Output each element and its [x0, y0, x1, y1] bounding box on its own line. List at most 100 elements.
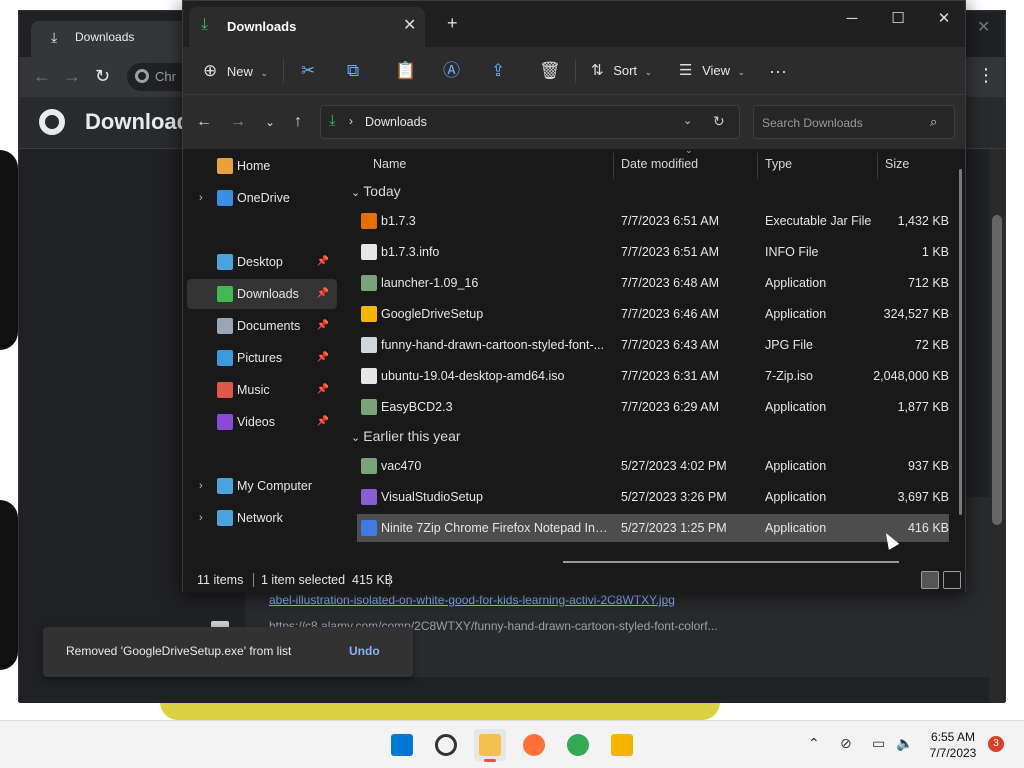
- group-header[interactable]: ⌄ Today: [351, 183, 401, 199]
- sidebar-item-videos[interactable]: Videos 📌: [187, 407, 337, 437]
- column-header-name[interactable]: Name: [373, 157, 406, 171]
- breadcrumb[interactable]: Downloads: [365, 115, 427, 129]
- chrome-scrollbar[interactable]: [989, 149, 1005, 703]
- explorer-tab[interactable]: ⤓ Downloads ✕: [189, 7, 425, 47]
- new-button[interactable]: ⊕ New ⌄: [203, 59, 268, 83]
- search-icon[interactable]: [430, 729, 462, 761]
- cut-icon[interactable]: ✂: [301, 59, 315, 83]
- minimize-icon[interactable]: ─: [829, 5, 875, 33]
- file-row[interactable]: b1.7.3 7/7/2023 6:51 AM Executable Jar Fil…: [357, 207, 949, 235]
- sidebar-item-network[interactable]: › Network: [187, 503, 337, 533]
- pin-icon: 📌: [316, 384, 329, 395]
- file-row[interactable]: GoogleDriveSetup 7/7/2023 6:46 AM Applicat…: [357, 300, 949, 328]
- group-header[interactable]: ⌄ Earlier this year: [351, 428, 461, 444]
- pin-icon: 📌: [316, 256, 329, 267]
- snackbar-message: Removed 'GoogleDriveSetup.exe' from list: [66, 644, 292, 658]
- delete-icon[interactable]: 🗑: [539, 59, 561, 83]
- vertical-scrollbar[interactable]: [959, 169, 962, 515]
- download-filename-link[interactable]: abel-illustration-isolated-on-white-good…: [269, 593, 969, 607]
- share-icon[interactable]: ⇪: [491, 59, 505, 83]
- file-name: ubuntu-19.04-desktop-amd64.iso: [381, 369, 565, 383]
- show-hidden-icons-icon[interactable]: ⌃: [808, 735, 820, 752]
- close-icon[interactable]: ✕: [977, 17, 990, 37]
- sidebar-item-desktop[interactable]: Desktop 📌: [187, 247, 337, 277]
- file-explorer-icon[interactable]: [474, 729, 506, 762]
- expand-chevron-icon[interactable]: ›: [199, 503, 203, 533]
- expand-chevron-icon[interactable]: ›: [199, 183, 203, 213]
- more-options-icon[interactable]: ···: [769, 59, 787, 83]
- horizontal-scrollbar[interactable]: [563, 561, 899, 563]
- address-bar[interactable]: ⤓ › Downloads ⌄ ↻: [320, 105, 740, 139]
- sidebar-item-my-computer[interactable]: › My Computer: [187, 471, 337, 501]
- scrollbar-thumb[interactable]: [992, 215, 1002, 525]
- rename-icon[interactable]: Ⓐ: [443, 59, 460, 83]
- file-row[interactable]: vac470 5/27/2023 4:02 PM Application 937 KB: [357, 452, 949, 480]
- new-tab-icon[interactable]: +: [447, 13, 458, 34]
- sidebar-item-pictures[interactable]: Pictures 📌: [187, 343, 337, 373]
- google-drive-icon[interactable]: [606, 729, 638, 761]
- chrome-icon[interactable]: [562, 729, 594, 761]
- file-row[interactable]: VisualStudioSetup 5/27/2023 3:26 PM Applic…: [357, 483, 949, 511]
- file-row[interactable]: ubuntu-19.04-desktop-amd64.iso 7/7/2023 6…: [357, 362, 949, 390]
- search-input[interactable]: Search Downloads ⌕: [753, 105, 955, 139]
- paste-icon[interactable]: 📋: [395, 59, 416, 83]
- column-header-date[interactable]: Date modified: [621, 157, 698, 171]
- column-header-size[interactable]: Size: [885, 157, 909, 171]
- file-date: 5/27/2023 1:25 PM: [621, 521, 727, 535]
- sidebar-item-documents[interactable]: Documents 📌: [187, 311, 337, 341]
- column-header-type[interactable]: Type: [765, 157, 792, 171]
- file-row[interactable]: funny-hand-drawn-cartoon-styled-font-...…: [357, 331, 949, 359]
- collapse-chevron-icon[interactable]: ⌄: [351, 432, 363, 444]
- file-row[interactable]: launcher-1.09_16 7/7/2023 6:48 AM Applicat…: [357, 269, 949, 297]
- forward-icon[interactable]: →: [227, 113, 249, 131]
- music-icon: [217, 382, 233, 398]
- sort-button[interactable]: ⇅ Sort ⌄: [591, 59, 652, 83]
- clock[interactable]: 6:55 AM 7/7/2023: [918, 729, 988, 761]
- column-divider[interactable]: [877, 153, 878, 179]
- back-icon[interactable]: ←: [33, 66, 51, 87]
- sidebar-item-onedrive[interactable]: › OneDrive: [187, 183, 337, 213]
- reload-icon[interactable]: ↻: [95, 66, 110, 87]
- expand-chevron-icon[interactable]: ›: [199, 471, 203, 501]
- display-icon[interactable]: ▭: [872, 735, 885, 752]
- collapse-chevron-icon[interactable]: ⌄: [351, 187, 363, 199]
- view-icon: ☰: [679, 62, 693, 79]
- maximize-icon[interactable]: ☐: [875, 5, 921, 33]
- forward-icon[interactable]: →: [63, 66, 81, 87]
- firefox-icon[interactable]: [518, 729, 550, 761]
- chevron-down-icon[interactable]: ⌄: [683, 114, 692, 127]
- chrome-tab[interactable]: ⤓ Downloads: [31, 21, 201, 57]
- active-indicator: [484, 759, 496, 762]
- volume-icon[interactable]: 🔈: [896, 735, 913, 752]
- notification-badge[interactable]: 3: [988, 736, 1004, 752]
- file-row[interactable]: b1.7.3.info 7/7/2023 6:51 AM INFO File 1 KB: [357, 238, 949, 266]
- breadcrumb-separator-icon: ›: [349, 114, 353, 128]
- file-row[interactable]: EasyBCD2.3 7/7/2023 6:29 AM Application 1,8…: [357, 393, 949, 421]
- network-status-icon[interactable]: ⊘: [840, 735, 852, 752]
- sidebar-item-downloads[interactable]: Downloads 📌: [187, 279, 337, 309]
- column-divider[interactable]: [613, 153, 614, 179]
- start-icon[interactable]: [386, 729, 418, 761]
- sidebar-item-music[interactable]: Music 📌: [187, 375, 337, 405]
- back-icon[interactable]: ←: [193, 113, 215, 131]
- file-size: 712 KB: [907, 276, 949, 290]
- details-view-icon[interactable]: [921, 571, 939, 589]
- undo-button[interactable]: Undo: [349, 644, 380, 658]
- chevron-down-icon: ⌄: [260, 68, 269, 78]
- column-divider[interactable]: [757, 153, 758, 179]
- app-icon: [361, 399, 377, 415]
- up-icon[interactable]: ↑: [287, 113, 309, 131]
- close-tab-icon[interactable]: ✕: [403, 15, 416, 35]
- refresh-icon[interactable]: ↻: [713, 113, 725, 130]
- command-bar: ⊕ New ⌄ ✂ ⧉ 📋 Ⓐ ⇪ 🗑 ⇅ Sort ⌄ ☰ View ⌄ ··…: [183, 47, 965, 95]
- file-row[interactable]: Ninite 7Zip Chrome Firefox Notepad Inst.…: [357, 514, 949, 542]
- view-button[interactable]: ☰ View ⌄: [679, 59, 745, 83]
- tiles-view-icon[interactable]: [943, 571, 961, 589]
- file-type: 7-Zip.iso: [765, 369, 813, 383]
- sidebar-item-label: Music: [237, 383, 270, 397]
- copy-icon[interactable]: ⧉: [347, 59, 359, 83]
- sidebar-item-home[interactable]: Home: [187, 151, 337, 181]
- recent-locations-icon[interactable]: ⌄: [259, 115, 281, 129]
- more-icon[interactable]: ⋮: [977, 65, 995, 86]
- close-window-icon[interactable]: ✕: [921, 5, 967, 33]
